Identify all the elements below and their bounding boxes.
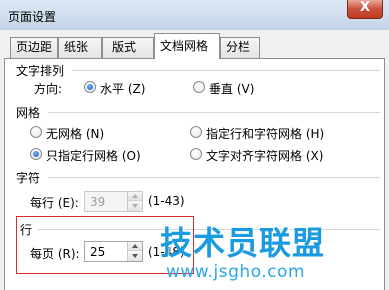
divider xyxy=(48,177,380,178)
vertical-label-text: 垂直 (V) xyxy=(209,82,255,96)
spin-up-icon[interactable] xyxy=(128,192,142,201)
divider xyxy=(48,112,380,113)
tab-label: 页边距 xyxy=(16,40,53,54)
snap-to-char-grid-radio[interactable] xyxy=(190,148,202,160)
section-grid: 网格 xyxy=(16,106,41,120)
watermark-logo: 技术员联盟 xyxy=(160,224,326,262)
lines-only-grid-radio[interactable] xyxy=(30,148,42,160)
chars-per-line-label: 每行 (E): xyxy=(30,196,79,210)
tab-layout[interactable]: 版式 xyxy=(102,37,154,58)
no-grid-radio[interactable] xyxy=(30,126,42,138)
divider xyxy=(72,70,380,71)
lines-only-grid-label[interactable]: 只指定行网格 (O) xyxy=(46,147,141,164)
spinner-arrows xyxy=(127,192,142,211)
vertical-radio[interactable] xyxy=(193,81,205,93)
horizontal-radio[interactable] xyxy=(84,81,96,93)
title-bar: 页面设置 X xyxy=(0,0,389,30)
chars-per-line-value: 39 xyxy=(90,195,106,209)
section-text-direction: 文字排列 xyxy=(16,64,65,78)
snap-to-char-grid-label[interactable]: 文字对齐字符网格 (X) xyxy=(206,147,323,164)
spin-down-icon[interactable] xyxy=(128,202,142,211)
tab-columns[interactable]: 分栏 xyxy=(220,37,260,58)
horizontal-label-text: 水平 (Z) xyxy=(100,82,146,96)
tab-margins[interactable]: 页边距 xyxy=(10,37,58,58)
horizontal-label[interactable]: 水平 (Z) xyxy=(100,80,145,97)
tab-label: 分栏 xyxy=(226,40,251,54)
tab-paper[interactable]: 纸张 xyxy=(58,37,102,58)
line-and-char-grid-label[interactable]: 指定行和字符网格 (H) xyxy=(206,125,324,142)
tab-label: 纸张 xyxy=(64,40,89,54)
tab-label: 文档网格 xyxy=(160,39,209,53)
close-button[interactable]: X xyxy=(347,0,383,19)
watermark-url: www.jsgho.com xyxy=(166,262,306,282)
no-grid-label[interactable]: 无网格 (N) xyxy=(46,125,104,142)
window-title: 页面设置 xyxy=(8,10,57,24)
line-and-char-grid-radio[interactable] xyxy=(190,126,202,138)
chars-per-line-spinner[interactable]: 39 xyxy=(84,191,143,212)
chars-per-line-range: (1-43) xyxy=(148,194,185,208)
vertical-label[interactable]: 垂直 (V) xyxy=(209,80,254,97)
tab-label: 版式 xyxy=(112,40,137,54)
tab-document-grid[interactable]: 文档网格 xyxy=(154,33,220,59)
section-characters: 字符 xyxy=(16,171,41,185)
direction-label: 方向: xyxy=(34,82,63,96)
